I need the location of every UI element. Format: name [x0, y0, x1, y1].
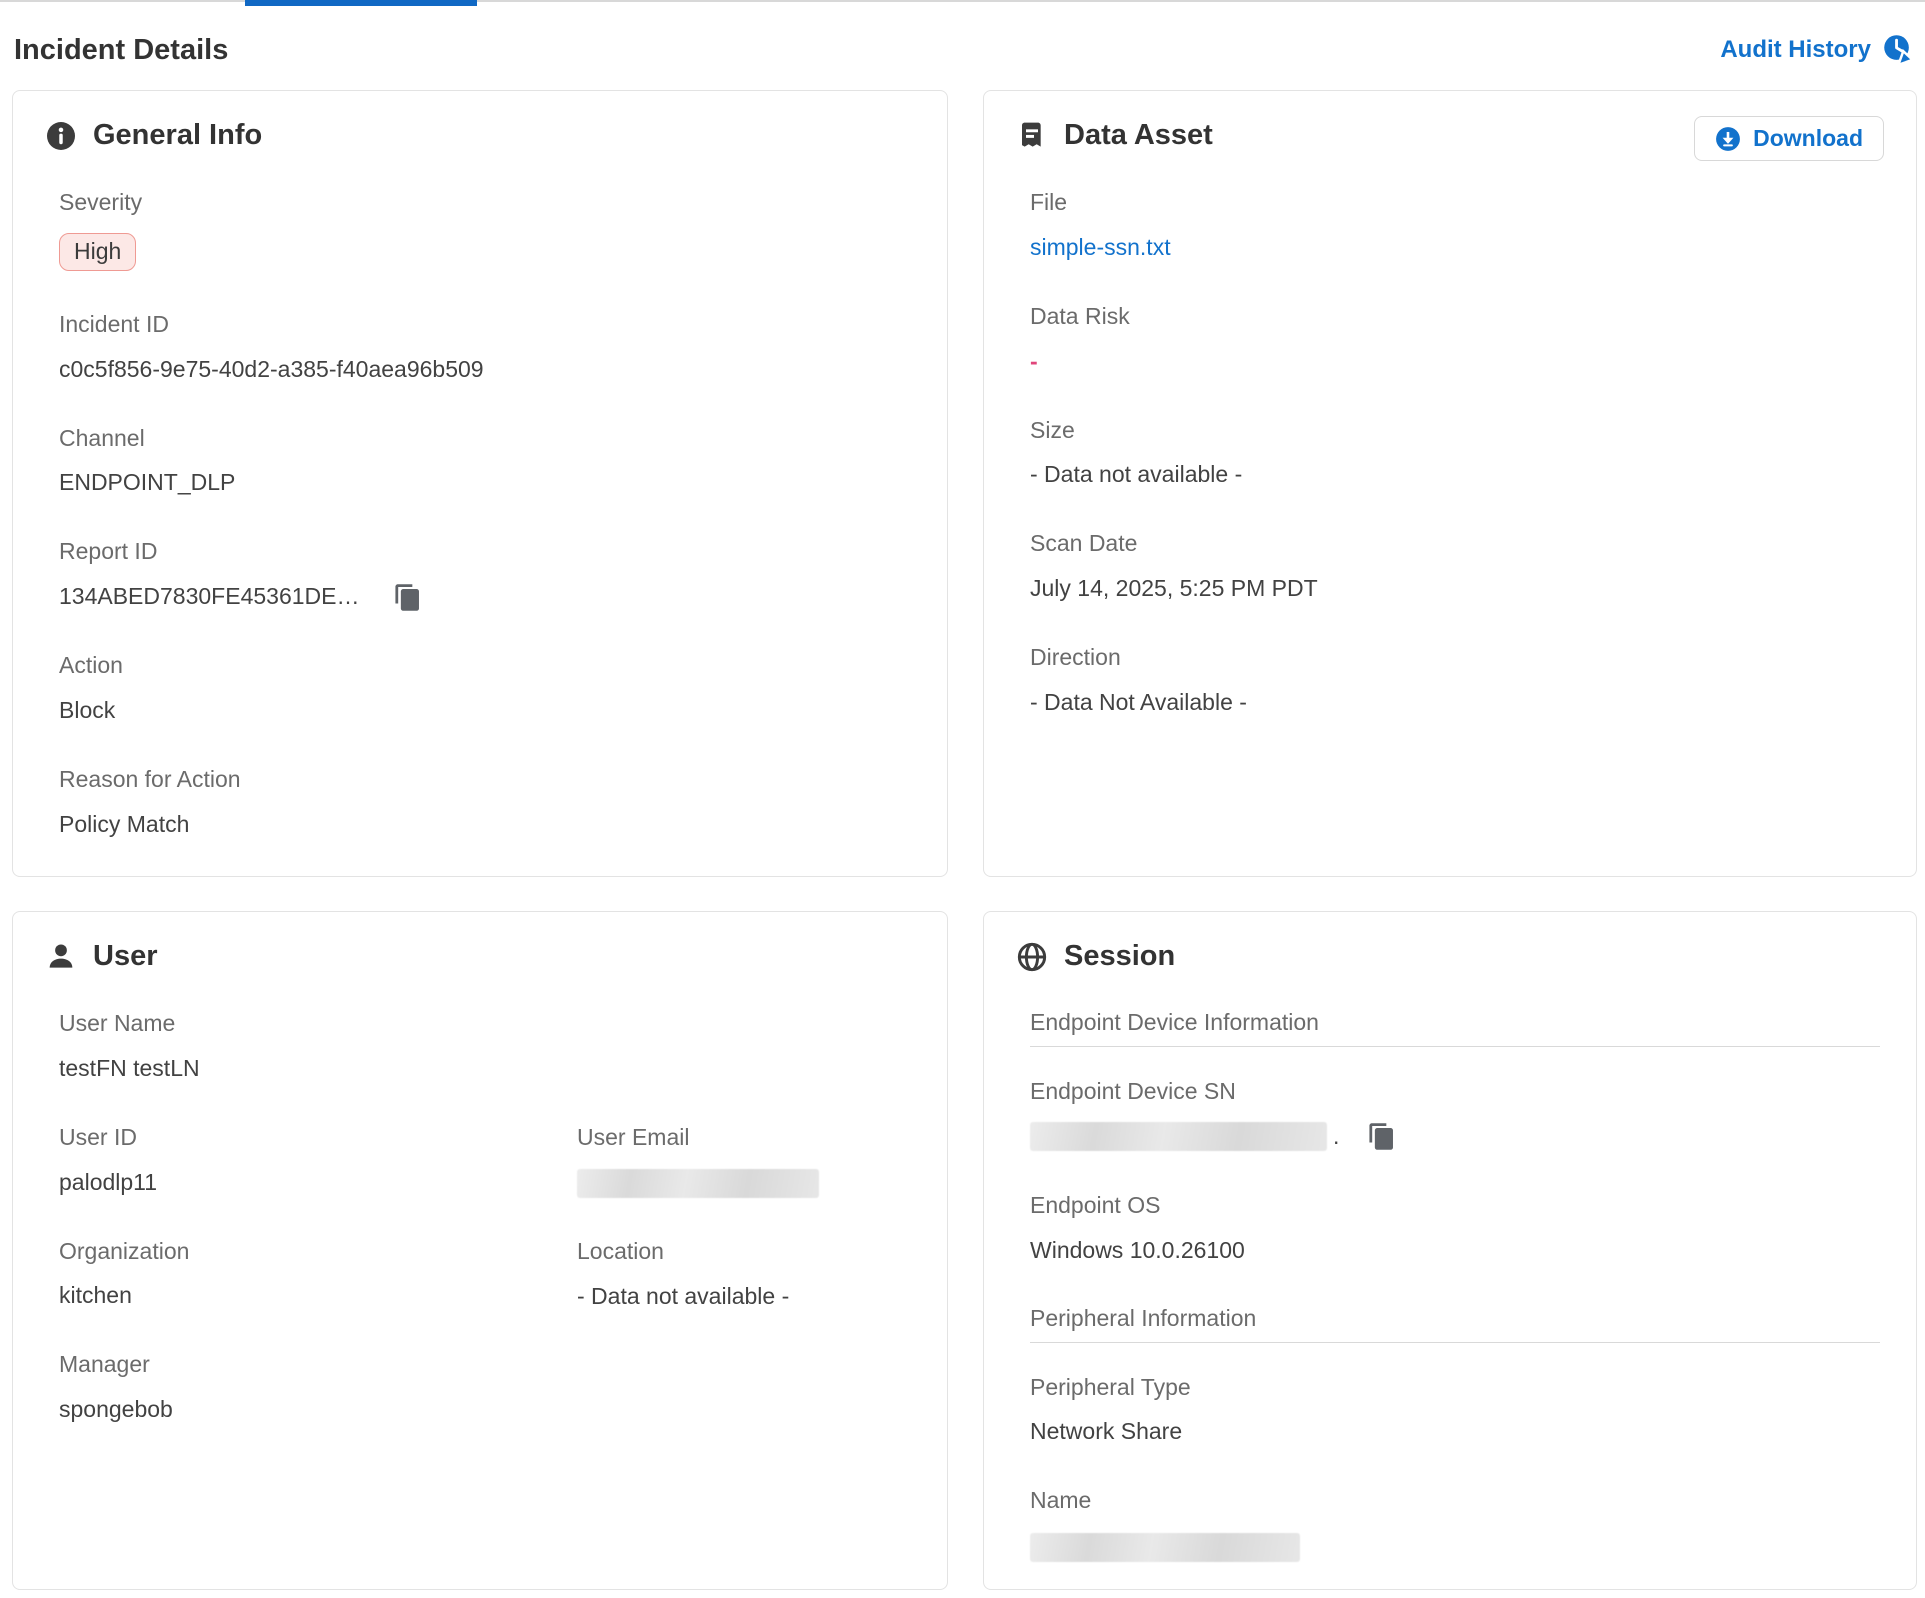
- page-header: Incident Details Audit History: [12, 6, 1917, 90]
- general-info-card: General Info Severity High Incident ID c…: [12, 90, 948, 877]
- session-header: Session: [1016, 940, 1880, 973]
- peripheral-section: Peripheral Information Peripheral Type N…: [1030, 1305, 1880, 1562]
- user-id-value: palodlp11: [59, 1168, 577, 1198]
- field-user-email: User Email: [577, 1123, 911, 1198]
- peripheral-type-value: Network Share: [1030, 1417, 1880, 1447]
- audit-history-label: Audit History: [1720, 36, 1871, 64]
- field-scan-date: Scan Date July 14, 2025, 5:25 PM PDT: [1030, 529, 1880, 604]
- peripheral-section-heading: Peripheral Information: [1030, 1305, 1880, 1332]
- session-card: Session Endpoint Device Information Endp…: [983, 911, 1917, 1590]
- field-location: Location - Data not available -: [577, 1237, 911, 1312]
- report-id-value: 134ABED7830FE45361DE…: [59, 582, 359, 612]
- globe-icon: [1016, 941, 1048, 973]
- field-manager: Manager spongebob: [59, 1350, 577, 1425]
- copy-endpoint-sn-button[interactable]: [1367, 1122, 1396, 1151]
- section-divider: [1030, 1046, 1880, 1047]
- reason-value: Policy Match: [59, 810, 911, 840]
- field-peripheral-type: Peripheral Type Network Share: [1030, 1373, 1880, 1448]
- location-value: - Data not available -: [577, 1282, 911, 1312]
- download-label: Download: [1753, 125, 1863, 152]
- field-file: File simple-ssn.txt: [1030, 188, 1880, 263]
- field-severity: Severity High: [59, 188, 911, 271]
- audit-history-link[interactable]: Audit History: [1720, 34, 1915, 66]
- copy-report-id-button[interactable]: [393, 583, 422, 612]
- user-title: User: [93, 940, 158, 973]
- field-organization: Organization kitchen: [59, 1237, 577, 1312]
- download-icon: [1715, 126, 1741, 152]
- tab-bar-remnant: [0, 0, 1925, 6]
- active-tab-indicator[interactable]: [245, 0, 477, 6]
- scan-date-value: July 14, 2025, 5:25 PM PDT: [1030, 574, 1880, 604]
- general-info-title: General Info: [93, 119, 262, 152]
- file-link[interactable]: simple-ssn.txt: [1030, 234, 1171, 260]
- data-risk-value: -: [1030, 348, 1038, 374]
- field-channel: Channel ENDPOINT_DLP: [59, 424, 911, 499]
- field-action: Action Block: [59, 651, 911, 726]
- page-title: Incident Details: [14, 34, 228, 67]
- organization-value: kitchen: [59, 1281, 577, 1311]
- incident-id-value: c0c5f856-9e75-40d2-a385-f40aea96b509: [59, 355, 911, 385]
- channel-value: ENDPOINT_DLP: [59, 468, 911, 498]
- user-name-value: testFN testLN: [59, 1054, 911, 1084]
- data-asset-title: Data Asset: [1064, 119, 1213, 152]
- user-email-redacted-value: [577, 1169, 819, 1198]
- endpoint-section-heading: Endpoint Device Information: [1030, 1009, 1880, 1036]
- field-reason-for-action: Reason for Action Policy Match: [59, 765, 911, 840]
- field-endpoint-device-sn: Endpoint Device SN .: [1030, 1077, 1880, 1152]
- manager-value: spongebob: [59, 1395, 577, 1425]
- endpoint-os-value: Windows 10.0.26100: [1030, 1236, 1880, 1266]
- field-report-id: Report ID 134ABED7830FE45361DE…: [59, 537, 911, 612]
- copy-icon: [393, 583, 422, 612]
- field-user-name: User Name testFN testLN: [59, 1009, 911, 1084]
- severity-badge: High: [59, 233, 136, 271]
- field-peripheral-name: Name: [1030, 1486, 1880, 1561]
- audit-history-icon: [1883, 34, 1915, 66]
- session-title: Session: [1064, 940, 1175, 973]
- peripheral-name-redacted-value: [1030, 1533, 1300, 1562]
- endpoint-device-sn-suffix: .: [1333, 1122, 1339, 1152]
- action-value: Block: [59, 696, 911, 726]
- data-asset-card: Data Asset Download File simple-ssn.txt: [983, 90, 1917, 877]
- incident-details-page: Incident Details Audit History General I…: [0, 6, 1925, 1590]
- direction-value: - Data Not Available -: [1030, 688, 1880, 718]
- download-button[interactable]: Download: [1694, 116, 1884, 161]
- section-divider: [1030, 1342, 1880, 1343]
- user-icon: [45, 941, 77, 973]
- user-header: User: [45, 940, 911, 973]
- copy-icon: [1367, 1122, 1396, 1151]
- endpoint-device-section: Endpoint Device Information Endpoint Dev…: [1030, 1009, 1880, 1266]
- field-size: Size - Data not available -: [1030, 416, 1880, 491]
- field-incident-id: Incident ID c0c5f856-9e75-40d2-a385-f40a…: [59, 310, 911, 385]
- document-icon: [1016, 120, 1048, 152]
- field-endpoint-os: Endpoint OS Windows 10.0.26100: [1030, 1191, 1880, 1266]
- field-user-id: User ID palodlp11: [59, 1123, 577, 1198]
- endpoint-device-sn-redacted-value: [1030, 1122, 1327, 1151]
- size-value: - Data not available -: [1030, 460, 1880, 490]
- general-info-header: General Info: [45, 119, 911, 152]
- user-card: User User Name testFN testLN User ID pal…: [12, 911, 948, 1590]
- field-data-risk: Data Risk -: [1030, 302, 1880, 377]
- field-direction: Direction - Data Not Available -: [1030, 643, 1880, 718]
- cards-grid: General Info Severity High Incident ID c…: [12, 90, 1917, 1590]
- info-icon: [45, 120, 77, 152]
